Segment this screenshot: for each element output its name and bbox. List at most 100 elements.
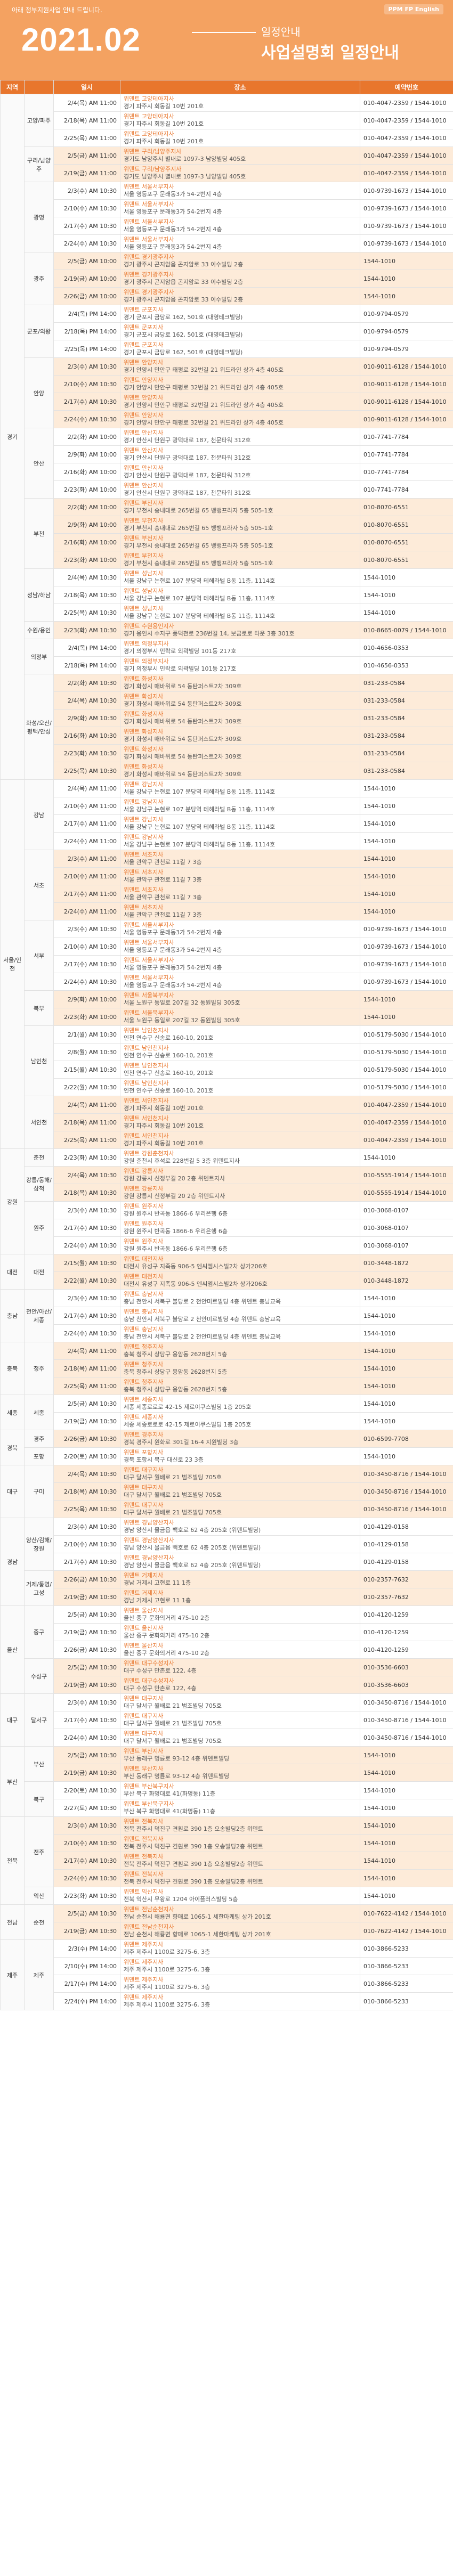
phone-cell[interactable]: 031-233-0584: [360, 674, 453, 692]
phone-cell[interactable]: 010-4047-2359 / 1544-1010: [360, 1131, 453, 1149]
phone-cell[interactable]: 010-3068-0107: [360, 1236, 453, 1254]
phone-cell[interactable]: 1544-1010: [360, 1324, 453, 1342]
phone-cell[interactable]: 010-4120-1259: [360, 1605, 453, 1624]
phone-cell[interactable]: 010-9011-6128 / 1544-1010: [360, 357, 453, 376]
phone-cell[interactable]: 010-9794-0579: [360, 322, 453, 340]
phone-cell[interactable]: 010-7741-7784: [360, 463, 453, 481]
phone-cell[interactable]: 1544-1010: [360, 1307, 453, 1325]
phone-cell[interactable]: 1544-1010: [360, 1746, 453, 1764]
phone-cell[interactable]: 010-3448-1872: [360, 1271, 453, 1290]
phone-cell[interactable]: 010-9794-0579: [360, 305, 453, 323]
phone-cell[interactable]: 010-5555-1914 / 1544-1010: [360, 1184, 453, 1202]
phone-cell[interactable]: 1544-1010: [360, 1342, 453, 1360]
phone-cell[interactable]: 010-8665-0079 / 1544-1010: [360, 621, 453, 639]
phone-cell[interactable]: 010-4129-0158: [360, 1553, 453, 1571]
phone-cell[interactable]: 010-3450-8716 / 1544-1010: [360, 1482, 453, 1501]
phone-cell[interactable]: 010-4047-2359 / 1544-1010: [360, 146, 453, 165]
phone-cell[interactable]: 010-4129-0158: [360, 1518, 453, 1536]
phone-cell[interactable]: 010-7741-7784: [360, 445, 453, 463]
phone-cell[interactable]: 1544-1010: [360, 832, 453, 850]
phone-cell[interactable]: 1544-1010: [360, 1887, 453, 1905]
phone-cell[interactable]: 1544-1010: [360, 1799, 453, 1817]
phone-cell[interactable]: 010-4047-2359 / 1544-1010: [360, 129, 453, 147]
phone-cell[interactable]: 1544-1010: [360, 779, 453, 797]
phone-cell[interactable]: 1544-1010: [360, 1781, 453, 1799]
phone-cell[interactable]: 010-8070-6551: [360, 551, 453, 569]
phone-cell[interactable]: 1544-1010: [360, 252, 453, 270]
phone-cell[interactable]: 1544-1010: [360, 1395, 453, 1413]
phone-cell[interactable]: 010-9794-0579: [360, 340, 453, 358]
phone-cell[interactable]: 010-3536-6603: [360, 1658, 453, 1676]
phone-cell[interactable]: 010-4656-0353: [360, 639, 453, 657]
phone-cell[interactable]: 1544-1010: [360, 1377, 453, 1395]
phone-cell[interactable]: 1544-1010: [360, 1852, 453, 1870]
phone-cell[interactable]: 010-4047-2359 / 1544-1010: [360, 164, 453, 182]
phone-cell[interactable]: 1544-1010: [360, 885, 453, 903]
phone-cell[interactable]: 010-9739-1673 / 1544-1010: [360, 955, 453, 973]
phone-cell[interactable]: 1544-1010: [360, 568, 453, 586]
phone-cell[interactable]: 1544-1010: [360, 814, 453, 833]
phone-cell[interactable]: 010-3068-0107: [360, 1219, 453, 1237]
phone-cell[interactable]: 010-9739-1673 / 1544-1010: [360, 920, 453, 938]
phone-cell[interactable]: 010-9011-6128 / 1544-1010: [360, 410, 453, 428]
phone-cell[interactable]: 1544-1010: [360, 1289, 453, 1307]
phone-cell[interactable]: 1544-1010: [360, 990, 453, 1008]
phone-cell[interactable]: 010-5179-5030 / 1544-1010: [360, 1078, 453, 1096]
phone-cell[interactable]: 010-4120-1259: [360, 1641, 453, 1659]
phone-cell[interactable]: 010-5179-5030 / 1544-1010: [360, 1043, 453, 1061]
phone-cell[interactable]: 010-3866-5233: [360, 1939, 453, 1958]
phone-cell[interactable]: 010-9739-1673 / 1544-1010: [360, 182, 453, 200]
phone-cell[interactable]: 010-9739-1673 / 1544-1010: [360, 938, 453, 956]
brand-logo[interactable]: PPM FP English: [384, 4, 443, 14]
phone-cell[interactable]: 1544-1010: [360, 270, 453, 288]
phone-cell[interactable]: 1544-1010: [360, 604, 453, 622]
phone-cell[interactable]: 031-233-0584: [360, 744, 453, 762]
phone-cell[interactable]: 1544-1010: [360, 1008, 453, 1026]
phone-cell[interactable]: 010-5179-5030 / 1544-1010: [360, 1025, 453, 1044]
phone-cell[interactable]: 010-8070-6551: [360, 533, 453, 551]
phone-cell[interactable]: 010-4047-2359 / 1544-1010: [360, 94, 453, 112]
phone-cell[interactable]: 010-3450-8716 / 1544-1010: [360, 1500, 453, 1518]
phone-cell[interactable]: 1544-1010: [360, 1869, 453, 1887]
phone-cell[interactable]: 010-6599-7708: [360, 1430, 453, 1448]
phone-cell[interactable]: 1544-1010: [360, 1447, 453, 1465]
phone-cell[interactable]: 010-2357-7632: [360, 1588, 453, 1606]
phone-cell[interactable]: 031-233-0584: [360, 762, 453, 780]
phone-cell[interactable]: 010-7622-4142 / 1544-1010: [360, 1904, 453, 1922]
phone-cell[interactable]: 010-8070-6551: [360, 516, 453, 534]
phone-cell[interactable]: 010-8070-6551: [360, 498, 453, 516]
phone-cell[interactable]: 1544-1010: [360, 1764, 453, 1782]
phone-cell[interactable]: 031-233-0584: [360, 727, 453, 745]
phone-cell[interactable]: 010-3536-6603: [360, 1676, 453, 1694]
phone-cell[interactable]: 1544-1010: [360, 1834, 453, 1852]
phone-cell[interactable]: 1544-1010: [360, 1148, 453, 1167]
phone-cell[interactable]: 1544-1010: [360, 1816, 453, 1835]
phone-cell[interactable]: 1544-1010: [360, 902, 453, 920]
phone-cell[interactable]: 010-9739-1673 / 1544-1010: [360, 234, 453, 252]
phone-cell[interactable]: 010-3866-5233: [360, 1992, 453, 2010]
phone-cell[interactable]: 010-3450-8716 / 1544-1010: [360, 1465, 453, 1483]
phone-cell[interactable]: 010-4047-2359 / 1544-1010: [360, 1113, 453, 1131]
phone-cell[interactable]: 1544-1010: [360, 850, 453, 868]
phone-cell[interactable]: 1544-1010: [360, 287, 453, 305]
phone-cell[interactable]: 010-3068-0107: [360, 1201, 453, 1219]
phone-cell[interactable]: 010-3448-1872: [360, 1254, 453, 1272]
phone-cell[interactable]: 010-7622-4142 / 1544-1010: [360, 1922, 453, 1940]
phone-cell[interactable]: 1544-1010: [360, 1412, 453, 1430]
phone-cell[interactable]: 010-9739-1673 / 1544-1010: [360, 973, 453, 991]
phone-cell[interactable]: 010-9011-6128 / 1544-1010: [360, 375, 453, 393]
phone-cell[interactable]: 010-4047-2359 / 1544-1010: [360, 111, 453, 129]
phone-cell[interactable]: 1544-1010: [360, 797, 453, 815]
phone-cell[interactable]: 010-9739-1673 / 1544-1010: [360, 217, 453, 235]
phone-cell[interactable]: 1544-1010: [360, 867, 453, 885]
phone-cell[interactable]: 031-233-0584: [360, 691, 453, 710]
phone-cell[interactable]: 031-233-0584: [360, 709, 453, 727]
phone-cell[interactable]: 010-4129-0158: [360, 1535, 453, 1553]
phone-cell[interactable]: 010-9739-1673 / 1544-1010: [360, 199, 453, 217]
phone-cell[interactable]: 010-2357-7632: [360, 1570, 453, 1588]
phone-cell[interactable]: 010-3450-8716 / 1544-1010: [360, 1729, 453, 1747]
phone-cell[interactable]: 010-3450-8716 / 1544-1010: [360, 1711, 453, 1729]
phone-cell[interactable]: 010-3866-5233: [360, 1975, 453, 1993]
phone-cell[interactable]: 010-4656-0353: [360, 656, 453, 674]
phone-cell[interactable]: 010-3450-8716 / 1544-1010: [360, 1693, 453, 1711]
